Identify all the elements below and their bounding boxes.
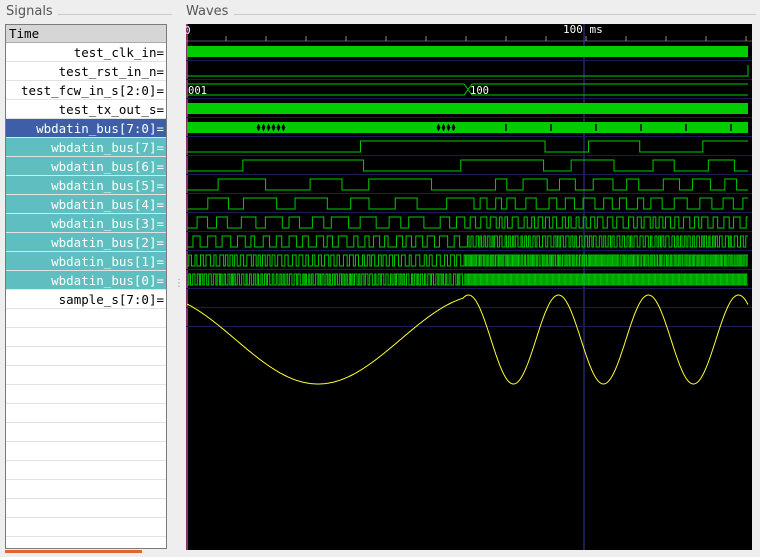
waveform-view[interactable]: 0 100 ms 001 100 [186,24,752,550]
wbdatin-bit-wave [187,178,748,191]
signals-panel-title: Signals [6,4,53,19]
fcw-value-label: 100 [470,85,489,97]
tx-out-wave [187,103,748,114]
signal-row[interactable]: test_tx_out_s= [6,100,166,119]
time-header: Time [6,25,166,43]
clk-wave [187,46,748,57]
sample-analog-wave [186,294,749,385]
signal-name: wbdatin_bus[2]= [51,235,164,250]
wbdatin-bit-wave [187,216,748,229]
empty-row [6,366,166,385]
empty-row [6,461,166,480]
signal-row[interactable]: sample_s[7:0]= [6,290,166,309]
signal-name: sample_s[7:0]= [58,292,164,307]
scroll-indicator[interactable] [5,550,142,553]
signals-list[interactable]: Time test_clk_in= test_rst_in_n= test_fcw_… [5,24,167,549]
signal-row[interactable]: wbdatin_bus[5]= [6,176,166,195]
wbdatin-bit-wave [187,197,748,210]
signal-row[interactable]: wbdatin_bus[1]= [6,252,166,271]
signal-name: wbdatin_bus[3]= [51,216,164,231]
signal-row[interactable]: wbdatin_bus[6]= [6,157,166,176]
empty-row [6,480,166,499]
empty-row [6,423,166,442]
signal-row[interactable]: wbdatin_bus[0]= [6,271,166,290]
waves-title-rule [234,14,756,15]
rst-wave [187,65,749,77]
empty-row [6,442,166,461]
signal-name: wbdatin_bus[6]= [51,159,164,174]
empty-row [6,328,166,347]
signal-name: test_clk_in= [73,45,164,60]
signal-row[interactable]: test_clk_in= [6,43,166,62]
signal-name: test_tx_out_s= [58,102,164,117]
signal-row[interactable]: wbdatin_bus[7:0]= [6,119,166,138]
signal-row[interactable]: wbdatin_bus[2]= [6,233,166,252]
signal-row[interactable]: wbdatin_bus[7]= [6,138,166,157]
wbdatin-bit-wave [187,159,748,172]
empty-row [6,309,166,328]
signal-name: wbdatin_bus[0]= [51,273,164,288]
signal-name: wbdatin_bus[4]= [51,197,164,212]
wbdatin-bit-wave [187,254,748,267]
signal-name: wbdatin_bus[7:0]= [36,121,164,136]
signal-row[interactable]: test_rst_in_n= [6,62,166,81]
pane-splitter-handle[interactable]: ⋮ [174,278,184,289]
signal-row[interactable]: wbdatin_bus[4]= [6,195,166,214]
signal-name: test_rst_in_n= [58,64,164,79]
wbdatin-bit-wave [187,140,748,153]
empty-row [6,499,166,518]
signal-rows: test_clk_in= test_rst_in_n= test_fcw_in_s[… [6,43,166,537]
signal-name: test_fcw_in_s[2:0]= [21,83,164,98]
wbdatin-bit-wave [187,235,748,248]
empty-row [6,385,166,404]
empty-row [6,347,166,366]
wbdatin-bit-wave [187,273,748,286]
signal-row[interactable]: wbdatin_bus[3]= [6,214,166,233]
signal-name: wbdatin_bus[7]= [51,140,164,155]
empty-row [6,518,166,537]
waveform-canvas[interactable]: 0 100 ms001 100 [186,24,752,550]
fcw-bus-wave [187,83,748,96]
signal-name: wbdatin_bus[5]= [51,178,164,193]
fcw-value-label: 001 [188,85,207,97]
signal-row[interactable]: test_fcw_in_s[2:0]= [6,81,166,100]
waves-panel-title: Waves [186,4,229,19]
timeline-marker-label: 100 ms [563,24,603,36]
signals-title-rule [58,14,172,15]
empty-row [6,404,166,423]
signal-name: wbdatin_bus[1]= [51,254,164,269]
